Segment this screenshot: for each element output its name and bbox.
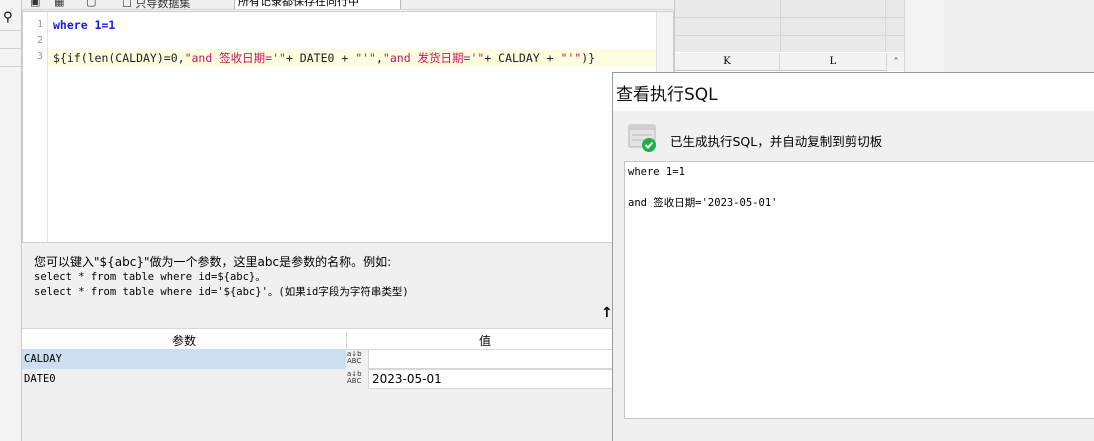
table-header: 参数 值	[22, 328, 622, 350]
sql-editor[interactable]: 1 2 3 where 1=1 ${if(len(CALDAY)=0,"and …	[22, 11, 674, 243]
code-token: + DATE0 +	[285, 51, 356, 65]
code-string: "and 发货日期='"	[382, 51, 485, 65]
dialog-title: 查看执行SQL	[616, 85, 718, 105]
sheet-toolbar-region	[675, 0, 905, 52]
param-name: CALDAY	[22, 349, 346, 369]
hint-example-1: select * from table where id=${abc}。	[34, 271, 266, 283]
sql-result-textarea[interactable]: where 1=1 and 签收日期='2023-05-01'	[624, 161, 1094, 419]
column-header-param: 参数	[171, 334, 196, 348]
scroll-up-icon[interactable]: ⌃	[887, 53, 905, 71]
param-name: DATE0	[24, 373, 56, 385]
code-token: ,	[375, 51, 383, 65]
condition-text: 1=1	[87, 18, 116, 32]
line-number: 1	[36, 19, 43, 30]
param-value-input[interactable]: 2023-05-01	[368, 369, 622, 389]
code-token: + CALDAY +	[484, 51, 561, 65]
grid-icon[interactable]: ▦	[54, 0, 64, 8]
panel-divider	[0, 66, 22, 67]
table-row[interactable]: DATE0 a↓b ABC 2023-05-01	[22, 369, 622, 389]
hint-text: 您可以键入"${abc}"做为一个参数，这里abc是参数的名称。例如:	[34, 255, 392, 269]
code-line-3: ${if(len(CALDAY)=0,"and 签收日期='"+ DATE0 +…	[53, 50, 595, 66]
column-header-l[interactable]: L	[780, 53, 887, 71]
database-success-icon	[628, 123, 658, 153]
result-line: and 签收日期='2023-05-01'	[628, 197, 778, 209]
param-value-input[interactable]	[368, 349, 622, 369]
divider	[780, 0, 781, 52]
parameter-table: 参数 值 CALDAY a↓b ABC DATE0 a↓b ABC 2023-0…	[22, 328, 622, 441]
search-icon[interactable]: ⚲	[3, 10, 13, 25]
toolbar: ▣ ▦ ▢ ☐ 只导数据集 所有记录都保存在同行中	[22, 0, 674, 10]
sort-type-icon[interactable]: a↓b ABC	[346, 369, 368, 389]
sort-type-icon[interactable]: a↓b ABC	[346, 349, 368, 369]
panel-divider	[0, 48, 22, 49]
code-string: "'"	[355, 51, 376, 65]
left-panel-strip: ⚲	[0, 0, 22, 441]
panel-divider	[0, 30, 22, 31]
success-message: 已生成执行SQL，并自动复制到剪切板	[670, 134, 883, 149]
table-row[interactable]: CALDAY a↓b ABC	[22, 349, 622, 369]
dialog-titlebar: 查看执行SQL	[613, 73, 1094, 111]
record-mode-select[interactable]: 所有记录都保存在同行中	[234, 0, 401, 9]
divider	[675, 17, 905, 18]
column-header-value: 值	[346, 332, 623, 348]
side-panel-edge	[904, 0, 944, 72]
code-token: ${if(len(CALDAY)=0,	[53, 51, 185, 65]
view-sql-dialog: 查看执行SQL 已生成执行SQL，并自动复制到剪切板 where 1=1 and…	[612, 72, 1094, 441]
preview-icon[interactable]: ▣	[30, 0, 40, 8]
parameter-hint: 您可以键入"${abc}"做为一个参数，这里abc是参数的名称。例如: sele…	[22, 245, 622, 327]
export-only-label: 只导数据集	[135, 0, 191, 10]
code-string: "and 签收日期='"	[184, 51, 286, 65]
divider	[885, 0, 886, 52]
divider	[675, 35, 905, 36]
page-icon[interactable]: ▢	[86, 0, 96, 8]
code-string: "'"	[560, 51, 582, 65]
keyword-where: where	[53, 18, 88, 32]
code-line-1: where 1=1	[53, 18, 115, 32]
line-number-gutter: 1 2 3	[23, 12, 48, 242]
hint-example-2: select * from table where id='${abc}'。(如…	[34, 286, 409, 298]
line-number: 2	[36, 35, 43, 46]
column-header-k[interactable]: K	[675, 53, 780, 71]
arrow-up-icon[interactable]: ↑	[601, 305, 613, 321]
code-token: )}	[581, 51, 596, 65]
export-only-checkbox[interactable]: ☐ 只导数据集	[122, 0, 191, 10]
line-number: 3	[36, 51, 43, 62]
result-line: where 1=1	[628, 166, 685, 178]
